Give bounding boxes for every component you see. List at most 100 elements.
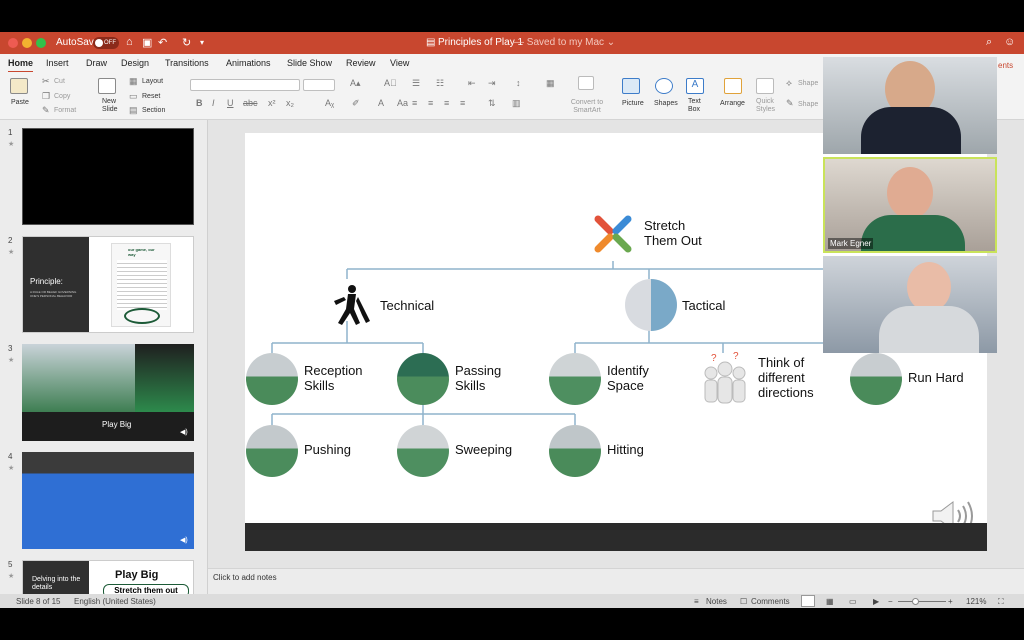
copy-button[interactable]: Copy xyxy=(54,93,70,100)
tab-view[interactable]: View xyxy=(390,58,409,68)
reading-view-icon[interactable]: ▭ xyxy=(849,597,857,606)
text-box-icon[interactable]: A xyxy=(686,78,704,94)
account-icon[interactable]: ☺ xyxy=(1004,36,1015,48)
highlight-icon[interactable]: ✐ xyxy=(352,98,360,109)
star-icon: ★ xyxy=(8,141,15,148)
video-tile-1[interactable] xyxy=(823,57,997,154)
comments-button[interactable]: ents xyxy=(998,61,1013,70)
picture-icon[interactable] xyxy=(622,78,640,94)
change-case-icon[interactable]: Aa xyxy=(397,98,408,108)
notes-placeholder[interactable]: Click to add notes xyxy=(213,573,277,582)
reset-button[interactable]: Reset xyxy=(142,93,160,100)
slide-thumbnail-3[interactable]: Play Big ◀) xyxy=(22,344,194,441)
arrange-button[interactable]: Arrange xyxy=(720,100,745,107)
undo-icon[interactable]: ↶ xyxy=(158,36,167,49)
zoom-level[interactable]: 121% xyxy=(966,597,986,606)
section-button[interactable]: Section xyxy=(142,107,165,114)
shapes-button[interactable]: Shapes xyxy=(654,100,678,107)
strikethrough-icon[interactable]: abc xyxy=(243,98,258,108)
zoom-out-icon[interactable]: − xyxy=(888,597,893,606)
paste-icon[interactable] xyxy=(10,78,28,94)
quick-styles-icon[interactable] xyxy=(756,78,774,94)
video-tile-2[interactable]: Mark Egner xyxy=(823,157,997,253)
tab-animations[interactable]: Animations xyxy=(226,58,271,68)
customize-toolbar-icon[interactable]: ▾ xyxy=(200,38,204,47)
layout-icon: ▦ xyxy=(129,76,138,86)
close-window-button[interactable] xyxy=(8,38,18,48)
align-right-icon[interactable]: ≡ xyxy=(444,98,449,108)
bullets-icon[interactable]: ☰ xyxy=(412,78,420,89)
decrease-indent-icon[interactable]: ⇤ xyxy=(468,78,476,89)
shape-outline-button[interactable]: Shape xyxy=(798,101,818,108)
language-indicator[interactable]: English (United States) xyxy=(74,597,156,606)
new-slide-icon[interactable] xyxy=(98,78,116,94)
paste-button[interactable]: Paste xyxy=(11,99,29,106)
columns-icon[interactable]: ▥ xyxy=(512,98,521,109)
smartart-icon[interactable] xyxy=(578,76,594,90)
increase-indent-icon[interactable]: ⇥ xyxy=(488,78,496,89)
font-color-icon[interactable]: A xyxy=(378,98,384,108)
format-button[interactable]: Format xyxy=(54,107,76,114)
slide-thumbnail-5[interactable]: Delving into the details Play Big Stretc… xyxy=(22,560,194,594)
quick-styles-button[interactable]: Quick Styles xyxy=(756,98,778,114)
text-box-button[interactable]: Text Box xyxy=(688,98,704,114)
superscript-icon[interactable]: x² xyxy=(268,98,276,108)
redo-icon[interactable]: ↻ xyxy=(182,36,191,49)
sweeping-image xyxy=(397,425,449,477)
slideshow-view-icon[interactable]: ▶ xyxy=(873,597,879,606)
home-icon[interactable]: ⌂ xyxy=(126,36,133,48)
search-icon[interactable]: ⌕ xyxy=(986,36,992,49)
align-center-icon[interactable]: ≡ xyxy=(428,98,433,108)
zoom-window-button[interactable] xyxy=(36,38,46,48)
comments-toggle-button[interactable]: Comments xyxy=(751,597,790,606)
text-direction-icon[interactable]: ⇅ xyxy=(488,98,496,109)
video-tile-3[interactable] xyxy=(823,256,997,353)
convert-smartart-button[interactable]: Convert to SmartArt xyxy=(569,99,605,115)
tab-slide-show[interactable]: Slide Show xyxy=(287,58,332,68)
shape-fill-icon[interactable]: ⟡ xyxy=(786,78,792,89)
notes-toggle-button[interactable]: Notes xyxy=(706,597,727,606)
arrange-icon[interactable] xyxy=(724,78,742,94)
zoom-slider-thumb[interactable] xyxy=(912,598,919,605)
numbering-icon[interactable]: ☷ xyxy=(436,78,444,89)
zoom-in-icon[interactable]: + xyxy=(948,597,953,606)
save-icon[interactable]: ▣ xyxy=(142,36,152,49)
normal-view-icon[interactable] xyxy=(801,595,815,607)
slide-thumbnail-1[interactable] xyxy=(22,128,194,225)
font-grow-icon[interactable]: A▴ xyxy=(350,78,361,89)
slide-thumbnail-2[interactable]: Principle: A RULE OR BELIEF GOVERNING ON… xyxy=(22,236,194,333)
shapes-icon[interactable] xyxy=(655,78,673,94)
new-slide-button[interactable]: New Slide xyxy=(102,98,118,114)
zoom-slider[interactable] xyxy=(898,601,946,602)
tab-draw[interactable]: Draw xyxy=(86,58,107,68)
font-family-select[interactable] xyxy=(190,79,300,91)
layout-button[interactable]: Layout xyxy=(142,78,163,85)
shape-fill-button[interactable]: Shape xyxy=(798,80,818,87)
shape-outline-icon[interactable]: ✎ xyxy=(786,98,794,109)
italic-icon[interactable]: I xyxy=(212,98,215,108)
slide-thumbnail-panel[interactable]: 1 ★ 2 ★ Principle: A RULE OR BELIEF GOVE… xyxy=(0,120,208,594)
tab-design[interactable]: Design xyxy=(121,58,149,68)
picture-button[interactable]: Picture xyxy=(622,100,644,107)
tab-transitions[interactable]: Transitions xyxy=(165,58,209,68)
autosave-toggle[interactable]: OFF xyxy=(93,37,119,49)
subscript-icon[interactable]: x₂ xyxy=(286,98,294,108)
align-left-icon[interactable]: ≡ xyxy=(412,98,417,108)
text-effects-icon[interactable]: A⃟ xyxy=(384,78,397,88)
line-spacing-icon[interactable]: ↕ xyxy=(516,78,521,88)
align-text-icon[interactable]: ▦ xyxy=(546,78,555,89)
tab-insert[interactable]: Insert xyxy=(46,58,69,68)
slide-sorter-icon[interactable]: ▦ xyxy=(826,597,834,606)
tab-home[interactable]: Home xyxy=(8,58,34,73)
fit-to-window-icon[interactable]: ⛶ xyxy=(998,597,1004,607)
slide-thumbnail-4[interactable]: ◀) xyxy=(22,452,194,549)
clear-formatting-icon[interactable]: Aᵪ xyxy=(325,98,334,108)
underline-icon[interactable]: U xyxy=(227,98,234,108)
bold-icon[interactable]: B xyxy=(196,98,203,108)
tab-review[interactable]: Review xyxy=(346,58,376,68)
justify-icon[interactable]: ≡ xyxy=(460,98,465,108)
minimize-window-button[interactable] xyxy=(22,38,32,48)
cut-button[interactable]: Cut xyxy=(54,78,65,85)
font-size-select[interactable] xyxy=(303,79,335,91)
notes-pane[interactable]: Click to add notes xyxy=(208,568,1024,594)
